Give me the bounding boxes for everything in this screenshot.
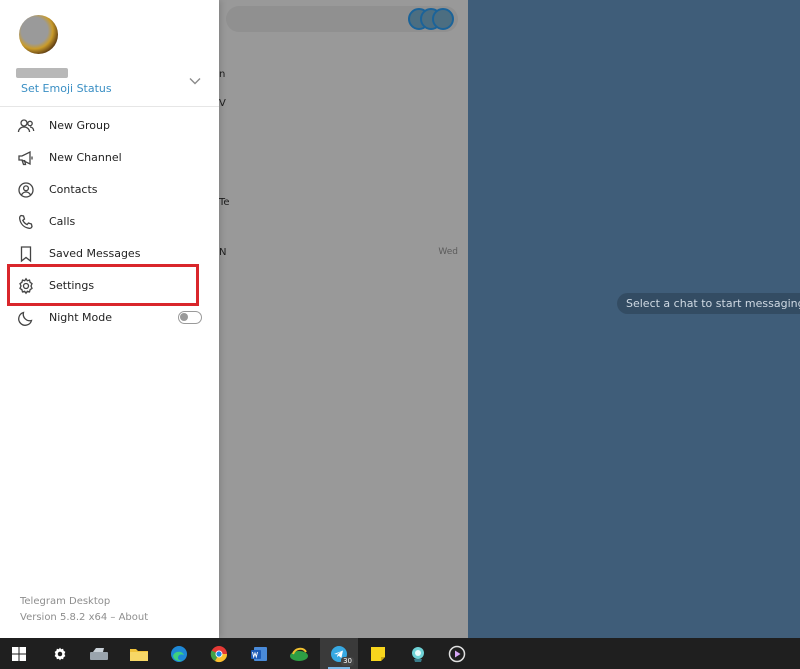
empty-chat-panel — [468, 0, 800, 638]
scanner-icon[interactable] — [80, 638, 118, 669]
users-icon — [17, 117, 35, 135]
avatar[interactable] — [19, 15, 58, 54]
maps-icon[interactable] — [399, 638, 437, 669]
night-mode-toggle[interactable] — [178, 311, 202, 324]
menu-item-label: Calls — [49, 215, 76, 228]
chrome-icon[interactable] — [200, 638, 238, 669]
menu-item-calls[interactable]: Calls — [0, 206, 219, 238]
username-redacted — [16, 68, 68, 78]
app-name: Telegram Desktop — [20, 596, 111, 607]
download-manager-icon[interactable] — [280, 638, 318, 669]
edge-icon[interactable] — [160, 638, 198, 669]
divider — [0, 106, 219, 107]
phone-icon — [17, 213, 35, 231]
menu-item-new-channel[interactable]: New Channel — [0, 142, 219, 174]
windows-start-icon[interactable] — [0, 638, 38, 669]
taskbar: 30 — [0, 638, 800, 669]
megaphone-icon — [17, 149, 35, 167]
settings-icon[interactable] — [41, 638, 79, 669]
menu-item-label: New Channel — [49, 151, 122, 164]
menu-item-label: New Group — [49, 119, 110, 132]
menu-item-contacts[interactable]: Contacts — [0, 174, 219, 206]
chevron-down-icon[interactable] — [188, 75, 202, 87]
telegram-unread-badge: 30 — [341, 657, 354, 666]
word-icon[interactable] — [240, 638, 278, 669]
contact-icon — [17, 181, 35, 199]
settings-highlight-annotation — [7, 264, 199, 306]
sticky-notes-icon[interactable] — [359, 638, 397, 669]
menu-item-label: Night Mode — [49, 311, 113, 324]
version-about-link[interactable]: Version 5.8.2 x64 – About — [20, 612, 148, 623]
file-explorer-icon[interactable] — [120, 638, 158, 669]
bookmark-icon — [17, 245, 35, 263]
moon-icon — [17, 309, 35, 327]
telegram-icon[interactable]: 30 — [320, 638, 358, 669]
toggle-knob — [180, 313, 188, 321]
media-player-icon[interactable] — [438, 638, 476, 669]
side-drawer: Set Emoji Status New Group New Channel C… — [0, 0, 219, 638]
set-emoji-status-link[interactable]: Set Emoji Status — [21, 82, 112, 95]
menu-item-new-group[interactable]: New Group — [0, 110, 219, 142]
empty-state-message: Select a chat to start messaging — [617, 293, 800, 314]
menu-item-label: Contacts — [49, 183, 98, 196]
